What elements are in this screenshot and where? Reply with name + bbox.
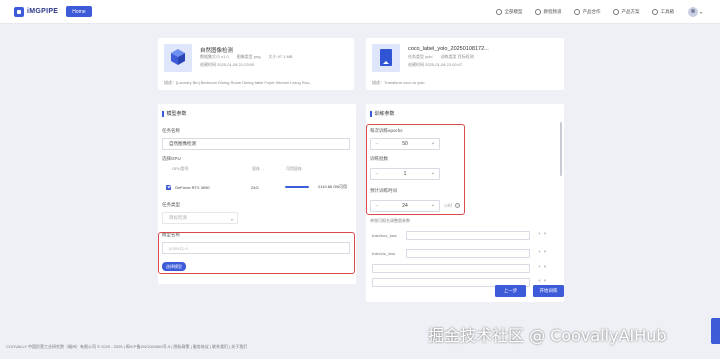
gpu-table-header: GPU型号 显存 可用显存: [172, 166, 302, 171]
app-logo[interactable]: iMGPIPE: [14, 6, 59, 17]
model-card-2[interactable]: coco_label_yolo_20250108172... 任务类型 yolo…: [366, 38, 564, 90]
nav-solutions[interactable]: 产品方案: [613, 9, 639, 15]
close-icon[interactable]: ×: [544, 231, 547, 236]
nav-toolbox[interactable]: 工具箱: [652, 9, 674, 15]
panel-title: 训练参数: [370, 110, 395, 117]
plus-icon[interactable]: +: [538, 231, 541, 236]
chevron-down-icon: ▾: [230, 216, 233, 222]
dataset-thumbnail: [372, 44, 400, 72]
hyperparam-label: 单独可报名调整超参数: [370, 218, 410, 223]
row-actions: + ×: [538, 249, 546, 254]
model-card-1[interactable]: 自然图像检测 数据集大小 v1.0 图像类型 png 大小 97.1 MB 创建…: [158, 38, 354, 90]
cube-icon: [171, 49, 185, 65]
start-training-button[interactable]: 开始训练: [533, 285, 564, 297]
prev-step-button[interactable]: 上一步: [495, 285, 526, 297]
chevron-down-icon[interactable]: ▾: [700, 10, 702, 15]
lightbulb-icon: [613, 9, 620, 15]
task-type-label: 任务类型: [162, 202, 180, 207]
task-name-input[interactable]: 自然图像检测: [162, 138, 350, 150]
dataset-description: 描述：Transform coco to yolo: [372, 80, 425, 85]
scrollbar[interactable]: [560, 122, 562, 176]
model-name-highlight: [158, 232, 355, 274]
book-icon: [535, 9, 542, 15]
top-nav: 全部模型 教程频道 产品合作 产品方案 工具箱 ▾: [483, 0, 702, 24]
home-button[interactable]: Home: [66, 6, 92, 17]
model-meta: 数据集大小 v1.0 图像类型 png 大小 97.1 MB: [200, 54, 293, 59]
feedback-tab[interactable]: [711, 318, 720, 344]
plus-icon[interactable]: +: [538, 249, 541, 254]
logo-icon: [14, 6, 24, 17]
gpu-available: 2119.66 GB可用: [318, 184, 348, 189]
row-actions: + ×: [538, 264, 546, 269]
footer: COOVALLY 中国民营工业研究院（福州）有限公司 © 2020 - 2025…: [6, 344, 248, 349]
model-description: 描述：[Laundry Bin] Bedroom Dining Room Din…: [164, 80, 313, 85]
gpu-label: 选择GPU: [162, 156, 181, 161]
plus-icon[interactable]: +: [538, 264, 541, 269]
model-created-time: 创建时间 2025-01-08 21:23:00: [200, 62, 255, 67]
dataset-title: coco_label_yolo_20250108172...: [408, 46, 489, 52]
bookmark-icon: [380, 49, 392, 66]
close-icon[interactable]: ×: [544, 264, 547, 269]
training-params-highlight: [366, 124, 465, 215]
nav-partners[interactable]: 产品合作: [574, 9, 600, 15]
panel-title: 模型参数: [162, 110, 187, 117]
param-value-input[interactable]: [406, 249, 530, 258]
gpu-checkbox[interactable]: [166, 184, 171, 190]
plus-icon[interactable]: +: [538, 278, 541, 283]
dataset-meta: 任务类型 yolo 训练类型 目标检测: [408, 54, 474, 59]
task-type-select[interactable]: 目标检测 ▾: [162, 212, 238, 224]
nav-all-models[interactable]: 全部模型: [496, 9, 522, 15]
gpu-memory: 24G: [251, 184, 259, 190]
toolbox-icon: [652, 9, 659, 15]
model-title: 自然图像检测: [200, 48, 234, 54]
model-thumbnail: [164, 44, 192, 72]
row-actions: + ×: [538, 278, 546, 283]
grid-icon: [496, 9, 503, 15]
logo-text: iMGPIPE: [27, 8, 59, 15]
param-value-input[interactable]: [406, 231, 530, 240]
watermark: 掘金技术社区 @ CoovallyAIHub: [428, 326, 667, 345]
close-icon[interactable]: ×: [544, 278, 547, 283]
gpu-row[interactable]: GeForce RTX 3090 24G 2119.66 GB可用: [166, 182, 352, 192]
nav-tutorials[interactable]: 教程频道: [535, 9, 561, 15]
param-row: train/box_loss: [372, 233, 397, 238]
dataset-created-time: 创建时间 2025-01-08 21:00:47: [408, 62, 463, 67]
gpu-memory-bar: [285, 186, 309, 188]
handshake-icon: [574, 9, 581, 15]
top-bar: iMGPIPE Home 全部模型 教程频道 产品合作 产品方案 工具箱 ▾: [0, 0, 720, 24]
task-name-label: 任务名称: [162, 128, 180, 133]
param-value-input[interactable]: [372, 264, 530, 273]
gpu-model: GeForce RTX 3090: [175, 184, 210, 190]
close-icon[interactable]: ×: [544, 249, 547, 254]
param-row: train/cls_loss: [372, 251, 396, 256]
user-avatar[interactable]: [687, 7, 698, 17]
row-actions: + ×: [538, 231, 546, 236]
